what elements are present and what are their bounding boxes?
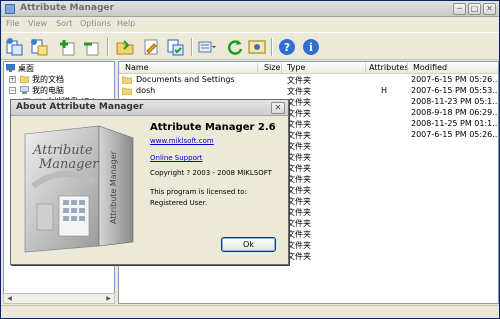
cell-name: Documents and Settings <box>136 75 235 84</box>
view-options-icon[interactable] <box>197 37 217 57</box>
cell-modified: 2008-11-23 PM 05:1... <box>411 97 499 106</box>
edit-icon[interactable] <box>141 37 161 57</box>
cell-type: 文件夹 <box>287 164 311 173</box>
cell-name: dosh <box>136 86 156 95</box>
cell-type: 文件夹 <box>287 175 311 184</box>
cell-type: 文件夹 <box>287 252 311 261</box>
cell-type: 文件夹 <box>287 219 311 228</box>
cell-type: 文件夹 <box>287 87 311 96</box>
paste-attributes-icon[interactable] <box>29 37 49 57</box>
cell-type: 文件夹 <box>287 186 311 195</box>
column-name[interactable]: Name <box>125 63 149 72</box>
cell-modified: 2007-6-15 PM 05:26... <box>411 130 499 139</box>
svg-text:Attribute: Attribute <box>32 143 93 158</box>
scroll-right-icon[interactable]: ▶ <box>104 295 113 303</box>
website-link[interactable]: www.miklsoft.com <box>150 137 214 145</box>
tree-item-label: 桌面 <box>18 64 34 73</box>
app-icon <box>5 4 15 14</box>
computer-icon <box>20 86 29 94</box>
expand-icon[interactable]: + <box>9 76 16 83</box>
folder-icon <box>20 75 29 83</box>
column-divider[interactable] <box>365 63 366 73</box>
folder-icon <box>122 87 132 95</box>
tree-horizontal-scrollbar[interactable]: ◀ ▶ <box>3 293 115 304</box>
product-name: Attribute Manager 2.6 <box>150 122 276 133</box>
about-dialog: About Attribute Manager ✕ Attribute Mana… <box>10 99 289 265</box>
cell-type: 文件夹 <box>287 197 311 206</box>
status-bar <box>1 305 499 318</box>
ok-button[interactable]: Ok <box>221 237 276 252</box>
cell-type: 文件夹 <box>287 208 311 217</box>
cell-type: 文件夹 <box>287 142 311 151</box>
copyright-text: Copyright ? 2003 - 2008 MIKLSOFT <box>150 169 272 177</box>
column-type[interactable]: Type <box>287 63 305 72</box>
dialog-close-button[interactable]: ✕ <box>271 102 285 114</box>
menu-sort[interactable]: Sort <box>56 19 72 28</box>
cell-type: 文件夹 <box>287 76 311 85</box>
cell-type: 文件夹 <box>287 230 311 239</box>
maximize-button[interactable]: □ <box>468 3 481 15</box>
menu-view[interactable]: View <box>28 19 47 28</box>
svg-text:Manager: Manager <box>38 157 99 172</box>
list-row[interactable]: dosh 文件夹 H 2007-6-15 PM 05:53... <box>119 86 499 96</box>
online-support-link[interactable]: Online Support <box>150 154 202 162</box>
product-box-image: Attribute Manager Attribute Manager <box>24 125 134 253</box>
svg-text:i: i <box>309 41 313 54</box>
license-text: This program is licensed to: <box>150 188 247 196</box>
column-divider[interactable] <box>257 63 258 73</box>
apply-icon[interactable] <box>165 37 185 57</box>
toolbar-separator <box>271 38 273 56</box>
menu-bar: File View Sort Options Help <box>1 17 499 31</box>
window-title: Attribute Manager <box>20 3 114 13</box>
cell-modified: 2007-6-15 PM 05:53... <box>411 86 499 95</box>
settings-icon[interactable] <box>247 37 267 57</box>
add-icon[interactable] <box>57 37 77 57</box>
toolbar-separator <box>107 38 109 56</box>
list-row[interactable]: Documents and Settings 文件夹 2007-6-15 PM 05… <box>119 75 499 85</box>
cell-type: 文件夹 <box>287 98 311 107</box>
cell-modified: 2008-11-25 PM 01:1... <box>411 119 499 128</box>
title-bar[interactable]: Attribute Manager ─ □ ✕ <box>1 1 499 17</box>
open-folder-icon[interactable] <box>115 37 135 57</box>
column-modified[interactable]: Modified <box>413 63 447 72</box>
help-icon[interactable]: ? <box>277 37 297 57</box>
desktop-icon <box>6 64 15 72</box>
cell-attributes: H <box>381 86 388 95</box>
collapse-icon[interactable]: − <box>9 87 16 94</box>
refresh-icon[interactable] <box>225 37 245 57</box>
svg-text:?: ? <box>284 41 290 54</box>
column-divider[interactable] <box>281 63 282 73</box>
licensee-text: Registered User. <box>150 199 208 207</box>
list-header: Name Size Type Attributes Modified <box>119 62 498 74</box>
cell-type: 文件夹 <box>287 131 311 140</box>
info-icon[interactable]: i <box>301 37 321 57</box>
menu-file[interactable]: File <box>6 19 19 28</box>
folder-icon <box>122 76 132 84</box>
toolbar-separator <box>191 38 193 56</box>
menu-options[interactable]: Options <box>80 19 111 28</box>
menu-help[interactable]: Help <box>117 19 135 28</box>
svg-text:Attribute Manager: Attribute Manager <box>109 150 118 224</box>
copy-attributes-icon[interactable] <box>5 37 25 57</box>
dialog-title-bar[interactable]: About Attribute Manager ✕ <box>11 100 288 116</box>
tree-item-label: 我的文档 <box>32 75 64 84</box>
cell-type: 文件夹 <box>287 120 311 129</box>
cell-modified: 2007-6-15 PM 05:26... <box>411 75 499 84</box>
minimize-button[interactable]: ─ <box>453 3 466 15</box>
tree-item-label: 我的电脑 <box>32 86 64 95</box>
column-attributes[interactable]: Attributes <box>369 63 409 72</box>
cell-type: 文件夹 <box>287 241 311 250</box>
cell-modified: 2008-9-18 PM 06:29... <box>411 108 499 117</box>
cell-type: 文件夹 <box>287 153 311 162</box>
scroll-left-icon[interactable]: ◀ <box>5 295 14 303</box>
close-button[interactable]: ✕ <box>483 3 496 15</box>
cell-type: 文件夹 <box>287 109 311 118</box>
dialog-title: About Attribute Manager <box>16 102 144 112</box>
remove-icon[interactable] <box>81 37 101 57</box>
toolbar: ? i <box>1 32 499 60</box>
column-divider[interactable] <box>407 63 408 73</box>
column-size[interactable]: Size <box>264 63 280 72</box>
